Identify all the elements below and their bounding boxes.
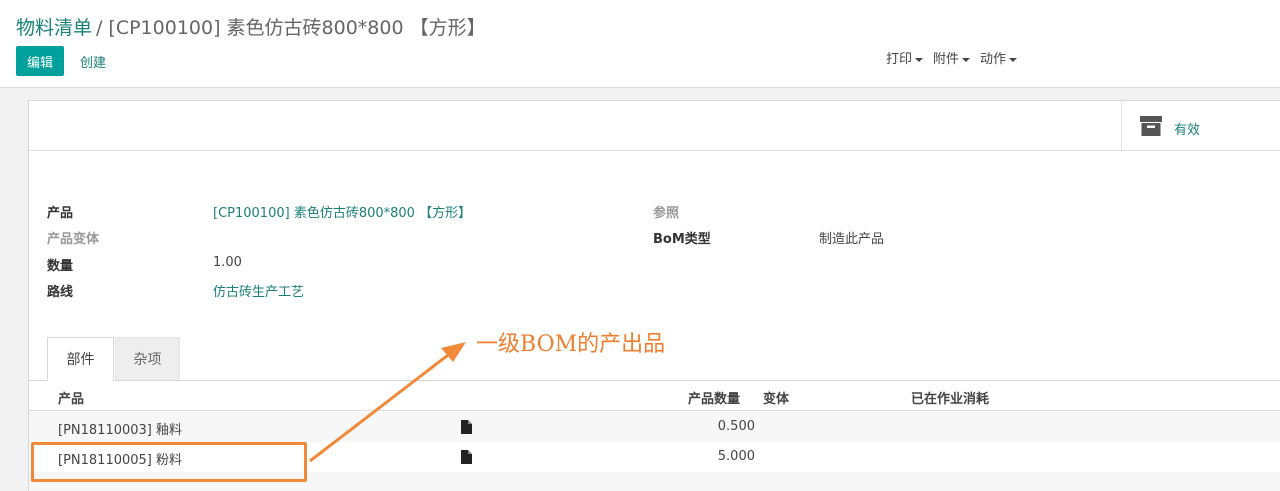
tab-miscellaneous[interactable]: 杂项 <box>115 337 180 381</box>
annotation-highlight-box <box>31 442 307 482</box>
caret-down-icon <box>962 57 971 62</box>
breadcrumb: 物料清单 / [CP100100] 素色仿古砖800*800 【方形】 <box>16 13 486 40</box>
caret-down-icon <box>915 57 924 62</box>
product-label: 产品 <box>47 206 74 221</box>
reference-label: 参照 <box>653 206 680 221</box>
route-value-link[interactable]: 仿古砖生产工艺 <box>213 281 304 300</box>
column-header-product[interactable]: 产品 <box>58 388 84 407</box>
edit-button[interactable]: 编辑 <box>16 46 64 76</box>
active-toggle-button[interactable]: 有效 <box>1121 101 1280 150</box>
button-box: 有效 <box>29 101 1280 151</box>
breadcrumb-parent-link[interactable]: 物料清单 <box>16 17 92 39</box>
row-quantity: 0.500 <box>717 419 755 434</box>
print-label: 打印 <box>886 52 913 67</box>
route-label: 路线 <box>47 285 74 300</box>
row-product: [PN18110003] 釉料 <box>58 423 183 438</box>
table-row[interactable]: [PN18110003] 釉料 0.500 <box>29 412 1280 442</box>
breadcrumb-separator: / <box>96 17 103 39</box>
action-label: 动作 <box>980 52 1007 67</box>
file-icon[interactable] <box>461 450 472 464</box>
caret-down-icon <box>1009 57 1018 62</box>
breadcrumb-current: [CP100100] 素色仿古砖800*800 【方形】 <box>108 17 486 39</box>
variant-label: 产品变体 <box>47 232 100 247</box>
control-panel: 物料清单 / [CP100100] 素色仿古砖800*800 【方形】 编辑 创建 … <box>0 0 1280 88</box>
column-header-variant[interactable]: 变体 <box>763 388 789 407</box>
create-button[interactable]: 创建 <box>72 46 114 76</box>
row-quantity: 5.000 <box>717 449 755 464</box>
column-header-quantity[interactable]: 产品数量 <box>688 388 740 407</box>
action-dropdown[interactable]: 动作 <box>980 48 1018 67</box>
bom-type-label: BoM类型 <box>653 232 711 247</box>
sidebar-menus: 打印 附件 动作 <box>886 48 1018 67</box>
table-header: 产品 产品数量 变体 已在作业消耗 <box>29 381 1280 411</box>
print-dropdown[interactable]: 打印 <box>886 48 924 67</box>
quantity-value: 1.00 <box>213 255 242 270</box>
bom-type-value: 制造此产品 <box>819 232 885 247</box>
active-label: 有效 <box>1174 123 1201 138</box>
archive-icon <box>1140 116 1162 136</box>
tab-components[interactable]: 部件 <box>47 337 114 381</box>
quantity-label: 数量 <box>47 259 74 274</box>
product-value-link[interactable]: [CP100100] 素色仿古砖800*800 【方形】 <box>213 202 471 221</box>
attachment-dropdown[interactable]: 附件 <box>933 48 971 67</box>
annotation-text: 一级BOM的产出品 <box>476 332 666 357</box>
attachment-label: 附件 <box>933 52 960 67</box>
column-header-consumed[interactable]: 已在作业消耗 <box>911 388 989 407</box>
file-icon[interactable] <box>461 420 472 434</box>
form-sheet: 有效 产品 [CP100100] 素色仿古砖800*800 【方形】 产品变体 … <box>28 100 1280 491</box>
